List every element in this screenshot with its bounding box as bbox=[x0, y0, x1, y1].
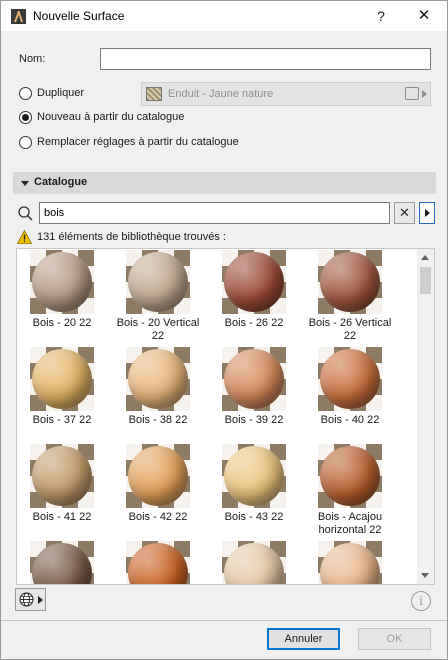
archicad-app-icon bbox=[11, 9, 26, 24]
radio-duplicate[interactable] bbox=[19, 87, 32, 100]
catalogue-item-label: Bois - 40 22 bbox=[320, 414, 380, 426]
ok-button[interactable]: OK bbox=[358, 628, 431, 650]
radio-replace-from-catalogue-label[interactable]: Remplacer réglages à partir du catalogue bbox=[37, 136, 239, 148]
search-icon bbox=[18, 206, 33, 221]
catalogue-item[interactable]: Bois - 39 22 bbox=[209, 346, 299, 442]
collapse-triangle-icon bbox=[21, 181, 29, 186]
radio-replace-from-catalogue[interactable] bbox=[19, 136, 32, 149]
warning-icon bbox=[17, 230, 32, 244]
clear-search-button[interactable]: ✕ bbox=[394, 202, 415, 224]
search-go-button[interactable] bbox=[419, 202, 435, 224]
catalogue-item-label: Bois - 42 22 bbox=[128, 511, 188, 523]
catalogue-item[interactable] bbox=[17, 540, 107, 584]
window-title: Nouvelle Surface bbox=[33, 9, 125, 23]
name-input[interactable] bbox=[100, 48, 431, 70]
footer-separator bbox=[1, 620, 447, 621]
material-preview-sphere bbox=[128, 446, 188, 506]
close-button[interactable]: ✕ bbox=[412, 5, 436, 27]
title-bar: Nouvelle Surface ? ✕ bbox=[1, 1, 447, 31]
globe-icon bbox=[19, 592, 34, 607]
material-preview-sphere bbox=[224, 252, 284, 312]
catalogue-item[interactable]: Bois - 26 22 bbox=[209, 249, 299, 345]
catalogue-item-label: Bois - Acajou horizontal 22 bbox=[317, 511, 383, 536]
catalogue-item[interactable]: Bois - Acajou horizontal 22 bbox=[305, 443, 395, 539]
catalogue-section-header[interactable]: Catalogue bbox=[13, 172, 436, 194]
catalogue-item-label: Bois - 26 Vertical 22 bbox=[308, 317, 392, 342]
catalogue-item-label: Bois - 39 22 bbox=[224, 414, 284, 426]
catalogue-item-label: Bois - 26 22 bbox=[224, 317, 284, 329]
material-preview-sphere bbox=[32, 446, 92, 506]
catalogue-item[interactable]: Bois - 37 22 bbox=[17, 346, 107, 442]
catalogue-item-label: Bois - 20 Vertical 22 bbox=[116, 317, 200, 342]
duplicate-source-value: Enduit - Jaune nature bbox=[168, 88, 274, 100]
catalogue-item[interactable] bbox=[113, 540, 203, 584]
material-preview-sphere bbox=[224, 349, 284, 409]
chevron-right-icon bbox=[422, 90, 427, 98]
search-input[interactable] bbox=[39, 202, 390, 224]
material-preview-sphere bbox=[320, 446, 380, 506]
catalogue-item-label: Bois - 37 22 bbox=[32, 414, 92, 426]
name-label: Nom: bbox=[19, 53, 46, 65]
results-count: 131 éléments de bibliothèque trouvés : bbox=[37, 231, 226, 243]
catalogue-section-title: Catalogue bbox=[34, 176, 88, 188]
radio-new-from-catalogue[interactable] bbox=[19, 111, 32, 124]
material-preview-sphere bbox=[32, 252, 92, 312]
catalogue-item[interactable]: Bois - 20 22 bbox=[17, 249, 107, 345]
catalogue-item-label: Bois - 38 22 bbox=[128, 414, 188, 426]
material-preview-sphere bbox=[32, 349, 92, 409]
surface-swatch-icon bbox=[146, 87, 162, 101]
catalogue-item[interactable] bbox=[209, 540, 299, 584]
catalogue-item-label: Bois - 41 22 bbox=[32, 511, 92, 523]
image-icon bbox=[405, 87, 419, 100]
grid-scrollbar[interactable] bbox=[417, 249, 434, 584]
catalogue-item[interactable]: Bois - 40 22 bbox=[305, 346, 395, 442]
catalogue-item[interactable]: Bois - 41 22 bbox=[17, 443, 107, 539]
catalogue-item[interactable]: Bois - 38 22 bbox=[113, 346, 203, 442]
radio-duplicate-label[interactable]: Dupliquer bbox=[37, 87, 84, 99]
catalogue-item[interactable]: Bois - 43 22 bbox=[209, 443, 299, 539]
scroll-down-arrow-icon[interactable] bbox=[421, 573, 429, 578]
catalogue-item[interactable]: Bois - 20 Vertical 22 bbox=[113, 249, 203, 345]
scroll-thumb[interactable] bbox=[420, 267, 431, 294]
catalogue-item[interactable]: Bois - 42 22 bbox=[113, 443, 203, 539]
radio-new-from-catalogue-label[interactable]: Nouveau à partir du catalogue bbox=[37, 111, 184, 123]
material-preview-sphere bbox=[128, 349, 188, 409]
catalogue-item[interactable] bbox=[305, 540, 395, 584]
material-preview-sphere bbox=[320, 252, 380, 312]
new-surface-dialog: Nouvelle Surface ? ✕ Nom: Dupliquer Endu… bbox=[0, 0, 448, 660]
info-button[interactable]: i bbox=[411, 591, 431, 611]
duplicate-source-select: Enduit - Jaune nature bbox=[141, 82, 431, 106]
material-preview-sphere bbox=[224, 446, 284, 506]
library-menu-button[interactable] bbox=[15, 588, 46, 611]
material-preview-sphere bbox=[320, 349, 380, 409]
scroll-up-arrow-icon[interactable] bbox=[421, 255, 429, 260]
catalogue-grid: Bois - 20 22 Bois - 20 Vertical 22 Bois - … bbox=[16, 248, 435, 585]
catalogue-item[interactable]: Bois - 26 Vertical 22 bbox=[305, 249, 395, 345]
catalogue-item-label: Bois - 20 22 bbox=[32, 317, 92, 329]
help-button[interactable]: ? bbox=[371, 5, 391, 27]
cancel-button[interactable]: Annuler bbox=[267, 628, 340, 650]
material-preview-sphere bbox=[128, 252, 188, 312]
catalogue-item-label: Bois - 43 22 bbox=[224, 511, 284, 523]
chevron-right-icon bbox=[38, 596, 43, 604]
